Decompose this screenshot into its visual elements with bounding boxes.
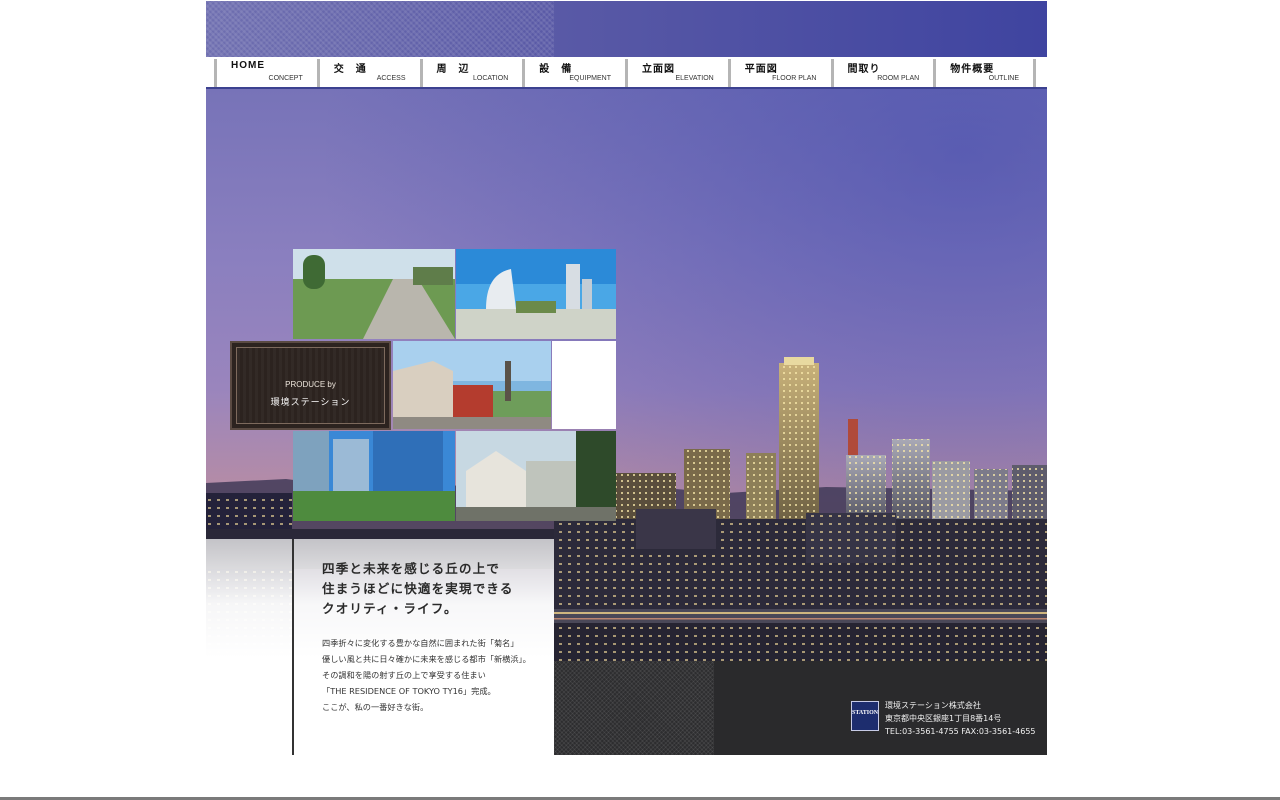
hero-headline: 四季と未来を感じる丘の上で 住まうほどに快適を実現できる クオリティ・ライフ。 bbox=[322, 559, 554, 619]
nav-label-en: ROOM PLAN bbox=[877, 75, 920, 82]
body-line: その調和を陽の射す丘の上で享受する住まい bbox=[322, 670, 486, 680]
town-street-photo bbox=[393, 341, 551, 429]
company-address: 東京都中央区銀座1丁目8番14号 bbox=[885, 714, 1002, 723]
nav-item-outline[interactable]: 物件概要 OUTLINE bbox=[933, 59, 1036, 87]
nav-label-en: FLOOR PLAN bbox=[772, 75, 817, 82]
nav-label-ja: 平面図 bbox=[744, 64, 778, 75]
nav-item-room-plan[interactable]: 間取り ROOM PLAN bbox=[830, 59, 934, 87]
nav-item-equipment[interactable]: 設 備 EQUIPMENT bbox=[522, 59, 625, 87]
nav-label-en: ELEVATION bbox=[675, 75, 714, 82]
nav-label-ja: 物件概要 bbox=[950, 64, 995, 75]
glass-tower-photo bbox=[293, 431, 455, 521]
body-line: 優しい風と共に日々確かに未来を感じる都市「新横浜」。 bbox=[322, 654, 531, 664]
footer-pattern-box bbox=[554, 661, 714, 755]
collage-blank-tile bbox=[552, 341, 616, 429]
company-name: 環境ステーション株式会社 bbox=[885, 701, 981, 710]
nav-label-ja: 設 備 bbox=[539, 64, 573, 75]
residential-street-photo bbox=[456, 431, 616, 521]
produce-badge: PRODUCE by 環境ステーション bbox=[230, 341, 391, 430]
park-path-photo bbox=[293, 249, 455, 339]
company-logo-text: STATION bbox=[852, 710, 879, 716]
modern-building-photo bbox=[456, 249, 616, 339]
company-info: 環境ステーション株式会社 東京都中央区銀座1丁目8番14号 TEL:03-356… bbox=[885, 699, 1036, 738]
nav-item-floor-plan[interactable]: 平面図 FLOOR PLAN bbox=[727, 59, 831, 87]
body-line: 四季折々に変化する豊かな自然に囲まれた街「菊名」 bbox=[322, 638, 519, 648]
company-logo: STATION bbox=[851, 701, 879, 731]
nav-label-ja: 立面図 bbox=[642, 64, 675, 75]
produce-company-name: 環境ステーション bbox=[270, 398, 351, 408]
nav-item-access[interactable]: 交 通 ACCESS bbox=[316, 59, 420, 87]
produce-by-label: PRODUCE by bbox=[285, 380, 336, 389]
nav-item-home[interactable]: HOME CONCEPT bbox=[214, 59, 317, 87]
headline-line: 住まうほどに快適を実現できる bbox=[322, 581, 514, 596]
company-phone-fax: TEL:03-3561-4755 FAX:03-3561-4655 bbox=[885, 727, 1036, 736]
nav-item-location[interactable]: 周 辺 LOCATION bbox=[419, 59, 523, 87]
nav-label-ja: 交 通 bbox=[333, 64, 367, 75]
produce-badge-frame: PRODUCE by 環境ステーション bbox=[236, 347, 385, 424]
hero-body-copy: 四季折々に変化する豊かな自然に囲まれた街「菊名」 優しい風と共に日々確かに未来を… bbox=[322, 635, 554, 715]
body-line: 「THE RESIDENCE OF TOKYO TY16」完成。 bbox=[322, 686, 496, 696]
nav-item-elevation[interactable]: 立面図 ELEVATION bbox=[625, 59, 728, 87]
global-nav: HOME CONCEPT 交 通 ACCESS 周 辺 LOCATION 設 備… bbox=[214, 59, 1036, 87]
nav-label-en: CONCEPT bbox=[268, 75, 303, 82]
nav-label-en: EQUIPMENT bbox=[569, 75, 611, 82]
intro-vertical-rule bbox=[292, 539, 294, 755]
nav-label-en: ACCESS bbox=[376, 75, 406, 82]
nav-label-en: LOCATION bbox=[472, 75, 509, 82]
header-band bbox=[206, 1, 1047, 57]
header-pattern bbox=[206, 1, 554, 57]
nav-label-en: OUTLINE bbox=[988, 75, 1019, 82]
headline-line: 四季と未来を感じる丘の上で bbox=[322, 561, 501, 576]
nav-label-ja: HOME bbox=[231, 60, 265, 71]
site-container: HOME CONCEPT 交 通 ACCESS 周 辺 LOCATION 設 備… bbox=[206, 1, 1047, 755]
nav-label-ja: 周 辺 bbox=[436, 64, 470, 75]
headline-line: クオリティ・ライフ。 bbox=[322, 601, 458, 616]
nav-label-ja: 間取り bbox=[847, 64, 881, 75]
body-line: ここが、私の一番好きな街。 bbox=[322, 702, 429, 712]
